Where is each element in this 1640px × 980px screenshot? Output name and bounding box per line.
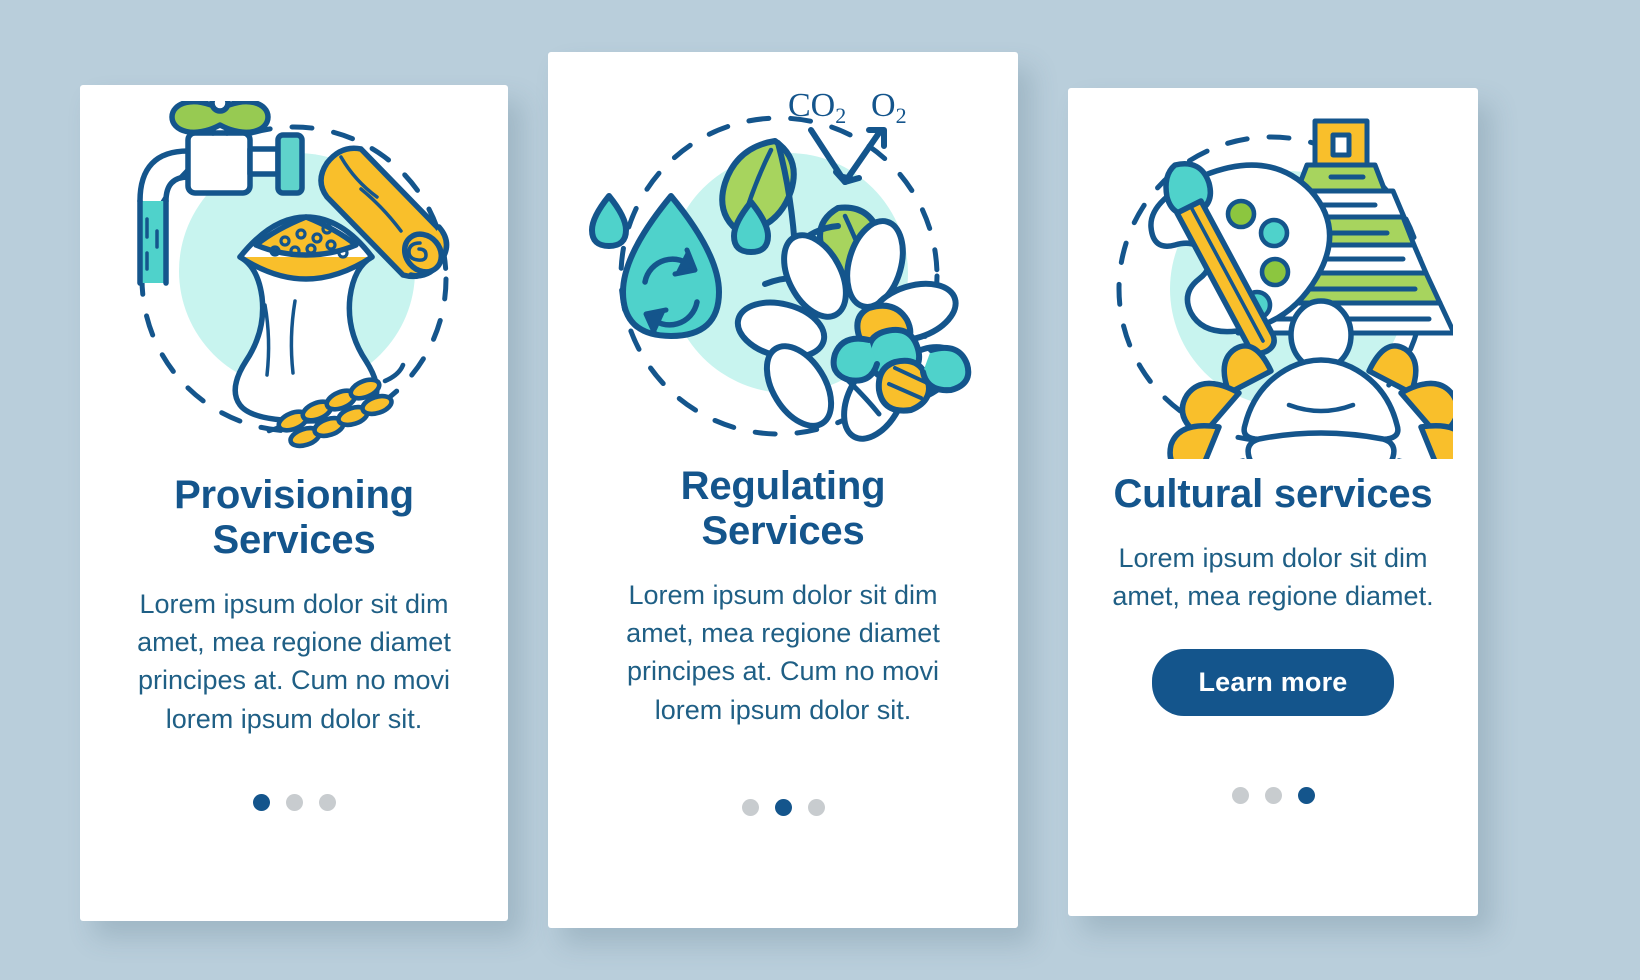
co2-label: CO2 [788, 87, 846, 128]
regulating-services-illustration: CO2 O2 [548, 60, 1018, 460]
pagination-dots [80, 794, 508, 811]
card-title: Regulating Services [680, 464, 886, 553]
onboarding-card-cultural[interactable]: Cultural services Lorem ipsum dolor sit … [1068, 88, 1478, 916]
onboarding-screens: Provisioning Services Lorem ipsum dolor … [0, 0, 1640, 980]
card-title: Cultural services [1113, 472, 1433, 516]
pagination-dot-2[interactable] [1264, 787, 1282, 804]
regulating-illustration-svg: CO2 O2 [589, 87, 972, 442]
pagination-dot-2[interactable] [774, 799, 792, 816]
pagination-dot-1[interactable] [252, 794, 270, 811]
provisioning-illustration-svg [137, 101, 450, 449]
onboarding-card-provisioning[interactable]: Provisioning Services Lorem ipsum dolor … [80, 85, 508, 921]
pagination-dot-3[interactable] [807, 799, 825, 816]
cultural-illustration-svg [1116, 118, 1453, 459]
pagination-dot-2[interactable] [285, 794, 303, 811]
learn-more-button[interactable]: Learn more [1152, 649, 1394, 717]
pagination-dot-3[interactable] [1297, 787, 1315, 804]
pagination-dot-1[interactable] [741, 799, 759, 816]
provisioning-services-illustration [80, 91, 508, 471]
pagination-dot-1[interactable] [1231, 787, 1249, 804]
pagination-dots [1068, 787, 1478, 804]
card-description: Lorem ipsum dolor sit dim amet, mea regi… [1112, 542, 1434, 612]
pagination-dot-3[interactable] [318, 794, 336, 811]
onboarding-card-regulating[interactable]: CO2 O2 Regulating Services Lorem ipsum d… [548, 52, 1018, 928]
card-description: Lorem ipsum dolor sit dim amet, mea regi… [626, 579, 940, 725]
cultural-services-illustration [1068, 98, 1478, 470]
pagination-dots [548, 799, 1018, 816]
card-title: Provisioning Services [174, 473, 414, 562]
o2-label: O2 [871, 87, 907, 128]
card-description: Lorem ipsum dolor sit dim amet, mea regi… [137, 588, 451, 734]
